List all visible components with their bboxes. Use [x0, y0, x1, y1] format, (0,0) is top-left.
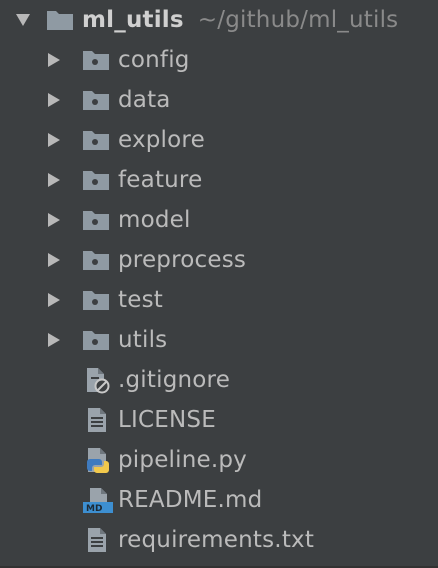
chevron-right-icon[interactable]	[48, 333, 60, 347]
chevron-right-icon[interactable]	[48, 93, 60, 107]
file-label: LICENSE	[118, 407, 216, 433]
folder-label: model	[118, 207, 191, 233]
chevron-right-icon[interactable]	[48, 133, 60, 147]
folder-label: feature	[118, 167, 203, 193]
tree-row-file[interactable]: MD README.md	[0, 480, 438, 520]
project-tree: ml_utils ~/github/ml_utils config data ex…	[0, 0, 438, 568]
tree-row-folder[interactable]: test	[0, 280, 438, 320]
tree-row-folder[interactable]: data	[0, 80, 438, 120]
file-label: .gitignore	[118, 367, 231, 393]
folder-label: utils	[118, 327, 168, 353]
file-label: pipeline.py	[118, 447, 247, 473]
folder-label: preprocess	[118, 247, 247, 273]
folder-icon	[47, 11, 73, 30]
markdown-file-icon: MD	[83, 488, 113, 514]
root-folder-label: ml_utils ~/github/ml_utils	[82, 7, 398, 33]
folder-icon	[83, 291, 109, 310]
tree-row-folder[interactable]: feature	[0, 160, 438, 200]
ignored-file-icon	[87, 368, 110, 394]
tree-row-folder[interactable]: model	[0, 200, 438, 240]
folder-label: test	[118, 287, 163, 313]
tree-row-file[interactable]: .gitignore	[0, 360, 438, 400]
folder-icon	[83, 211, 109, 230]
chevron-right-icon[interactable]	[48, 293, 60, 307]
folder-icon	[83, 251, 109, 270]
folder-label: config	[118, 47, 190, 73]
text-file-icon	[88, 528, 106, 552]
tree-row-file[interactable]: LICENSE	[0, 400, 438, 440]
root-folder-path: ~/github/ml_utils	[197, 7, 399, 33]
python-file-icon	[87, 448, 109, 473]
chevron-right-icon[interactable]	[48, 173, 60, 187]
tree-row-file[interactable]: pipeline.py	[0, 440, 438, 480]
svg-text:MD: MD	[86, 504, 102, 514]
tree-row-folder[interactable]: config	[0, 40, 438, 80]
folder-icon	[83, 91, 109, 110]
chevron-right-icon[interactable]	[48, 53, 60, 67]
folder-icon	[83, 51, 109, 70]
folder-label: explore	[118, 127, 205, 153]
folder-icon	[83, 171, 109, 190]
file-label: requirements.txt	[118, 527, 315, 553]
root-folder-name: ml_utils	[82, 7, 184, 33]
chevron-right-icon[interactable]	[48, 253, 60, 267]
tree-row-folder[interactable]: preprocess	[0, 240, 438, 280]
tree-row-folder[interactable]: explore	[0, 120, 438, 160]
folder-icon	[83, 131, 109, 150]
tree-row-file[interactable]: requirements.txt	[0, 520, 438, 560]
text-file-icon	[88, 408, 106, 432]
tree-row-folder[interactable]: utils	[0, 320, 438, 360]
chevron-right-icon[interactable]	[48, 213, 60, 227]
file-label: README.md	[118, 487, 263, 513]
chevron-down-icon[interactable]	[16, 14, 30, 26]
tree-row-root[interactable]: ml_utils ~/github/ml_utils	[0, 0, 438, 40]
folder-icon	[83, 331, 109, 350]
folder-label: data	[118, 87, 171, 113]
